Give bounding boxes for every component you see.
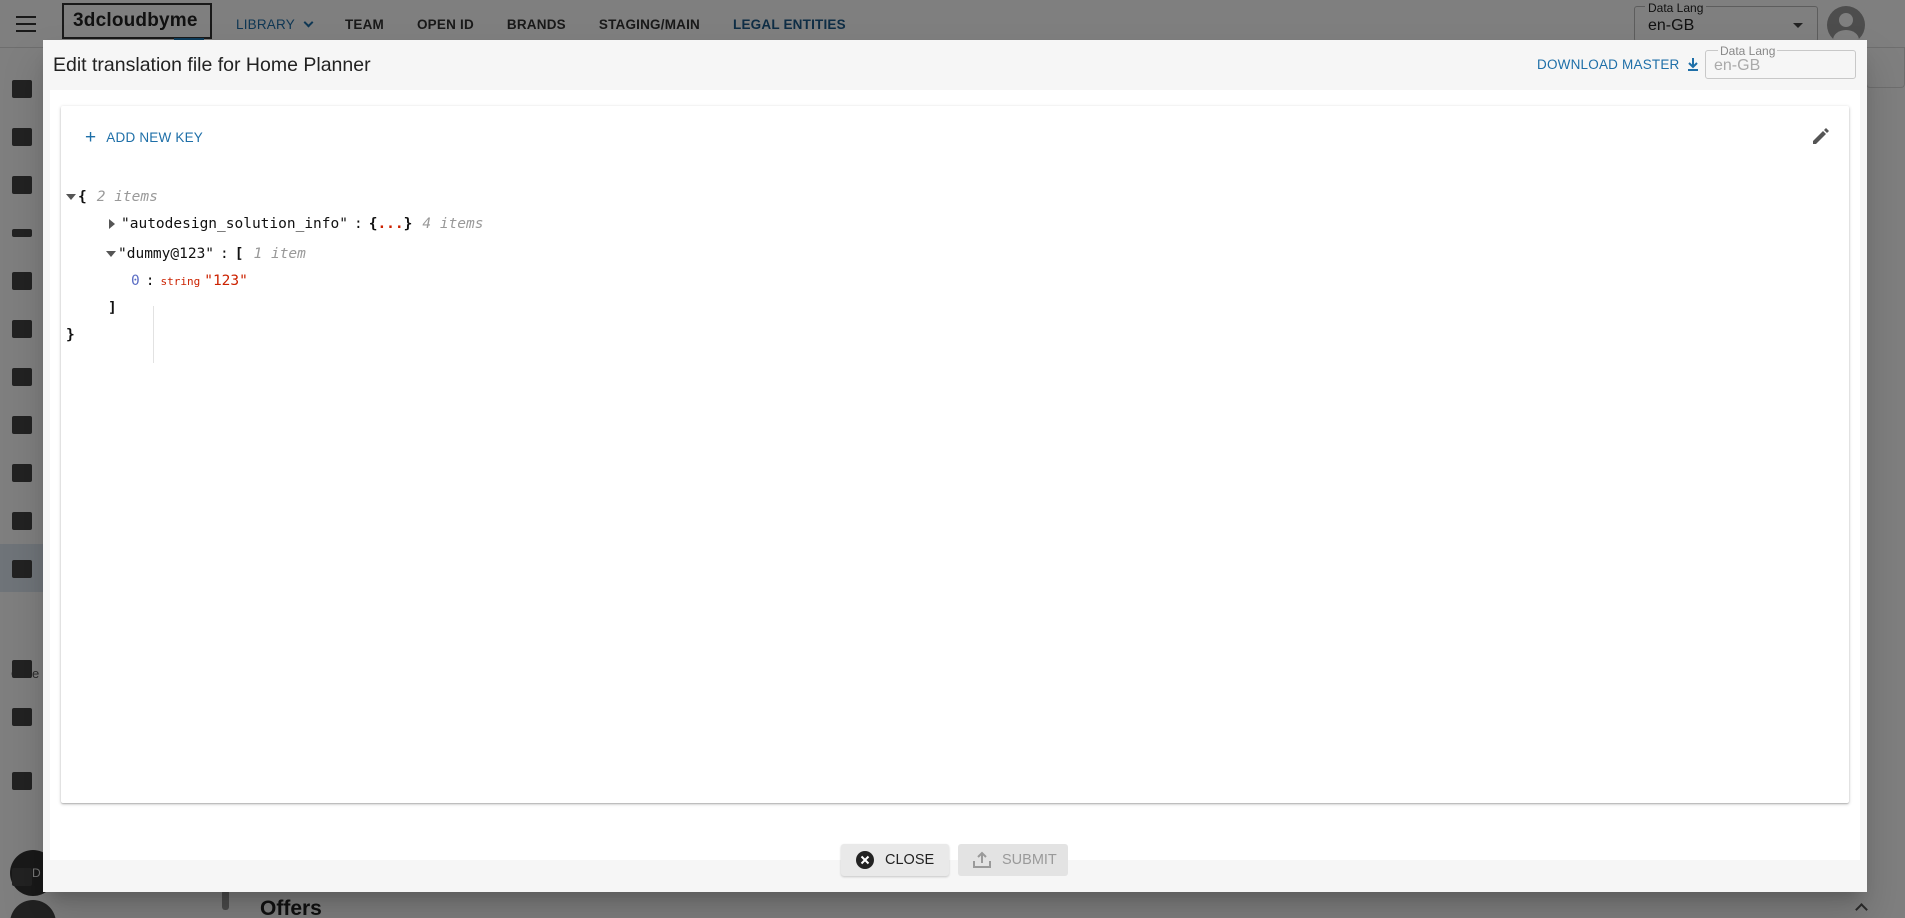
add-new-key-label: ADD NEW KEY — [106, 130, 204, 145]
json-collapsed-open: { — [368, 216, 378, 232]
json-colon: : — [353, 216, 363, 232]
json-array-item: 0 : string "123" — [131, 272, 248, 290]
dialog-data-lang-label: Data Lang — [1718, 44, 1778, 58]
close-button-label: CLOSE — [885, 852, 935, 868]
json-string-value[interactable]: "123" — [204, 273, 248, 289]
json-array-close-line: ] — [108, 299, 117, 317]
json-entry-dummy: "dummy@123" : [ 1 item — [106, 245, 306, 263]
json-colon: : — [220, 246, 229, 262]
json-editor-card: + ADD NEW KEY — [61, 106, 1849, 803]
json-entry-autodesign: "autodesign_solution_info" : { ... } 4 i… — [109, 215, 484, 233]
pencil-icon[interactable] — [1811, 126, 1831, 146]
json-root-close-line: } — [66, 326, 75, 344]
json-collapsed-ellipsis[interactable]: ... — [377, 216, 403, 232]
dialog-title: Edit translation file for Home Planner — [53, 54, 371, 76]
add-new-key-button[interactable]: + ADD NEW KEY — [85, 126, 204, 148]
json-array-index: 0 — [131, 273, 140, 289]
download-master-label: DOWNLOAD MASTER — [1537, 57, 1680, 72]
json-array-close: ] — [108, 300, 117, 316]
json-indent-guide — [153, 306, 154, 363]
submit-button-label: SUBMIT — [1002, 852, 1057, 868]
expand-triangle-icon[interactable] — [109, 219, 115, 229]
json-close-brace: } — [66, 327, 75, 343]
close-circle-icon — [856, 851, 874, 869]
json-item-count: 4 items — [422, 216, 484, 232]
json-value-type: string — [160, 274, 201, 288]
edit-translation-dialog: Edit translation file for Home Planner D… — [43, 40, 1867, 892]
json-root-line: { 2 items — [66, 188, 158, 206]
download-icon — [1687, 58, 1698, 71]
json-colon: : — [145, 273, 155, 289]
json-array-open: [ — [234, 246, 244, 262]
dialog-data-lang-field[interactable]: Data Lang en-GB — [1705, 45, 1856, 79]
json-root-item-count: 2 items — [96, 189, 158, 205]
dialog-data-lang-value: en-GB — [1714, 57, 1761, 74]
json-key[interactable]: "dummy@123" — [118, 246, 214, 262]
json-key[interactable]: "autodesign_solution_info" — [121, 216, 348, 232]
submit-button[interactable]: SUBMIT — [958, 844, 1068, 876]
json-collapsed-close: } — [403, 216, 413, 232]
download-master-button[interactable]: DOWNLOAD MASTER — [1537, 57, 1699, 72]
plus-icon: + — [85, 126, 97, 148]
json-open-brace: { — [78, 189, 87, 205]
upload-icon — [973, 851, 991, 868]
json-item-count: 1 item — [253, 246, 306, 262]
close-button[interactable]: CLOSE — [841, 844, 949, 876]
collapse-triangle-icon[interactable] — [66, 194, 76, 200]
collapse-triangle-icon[interactable] — [106, 251, 116, 257]
